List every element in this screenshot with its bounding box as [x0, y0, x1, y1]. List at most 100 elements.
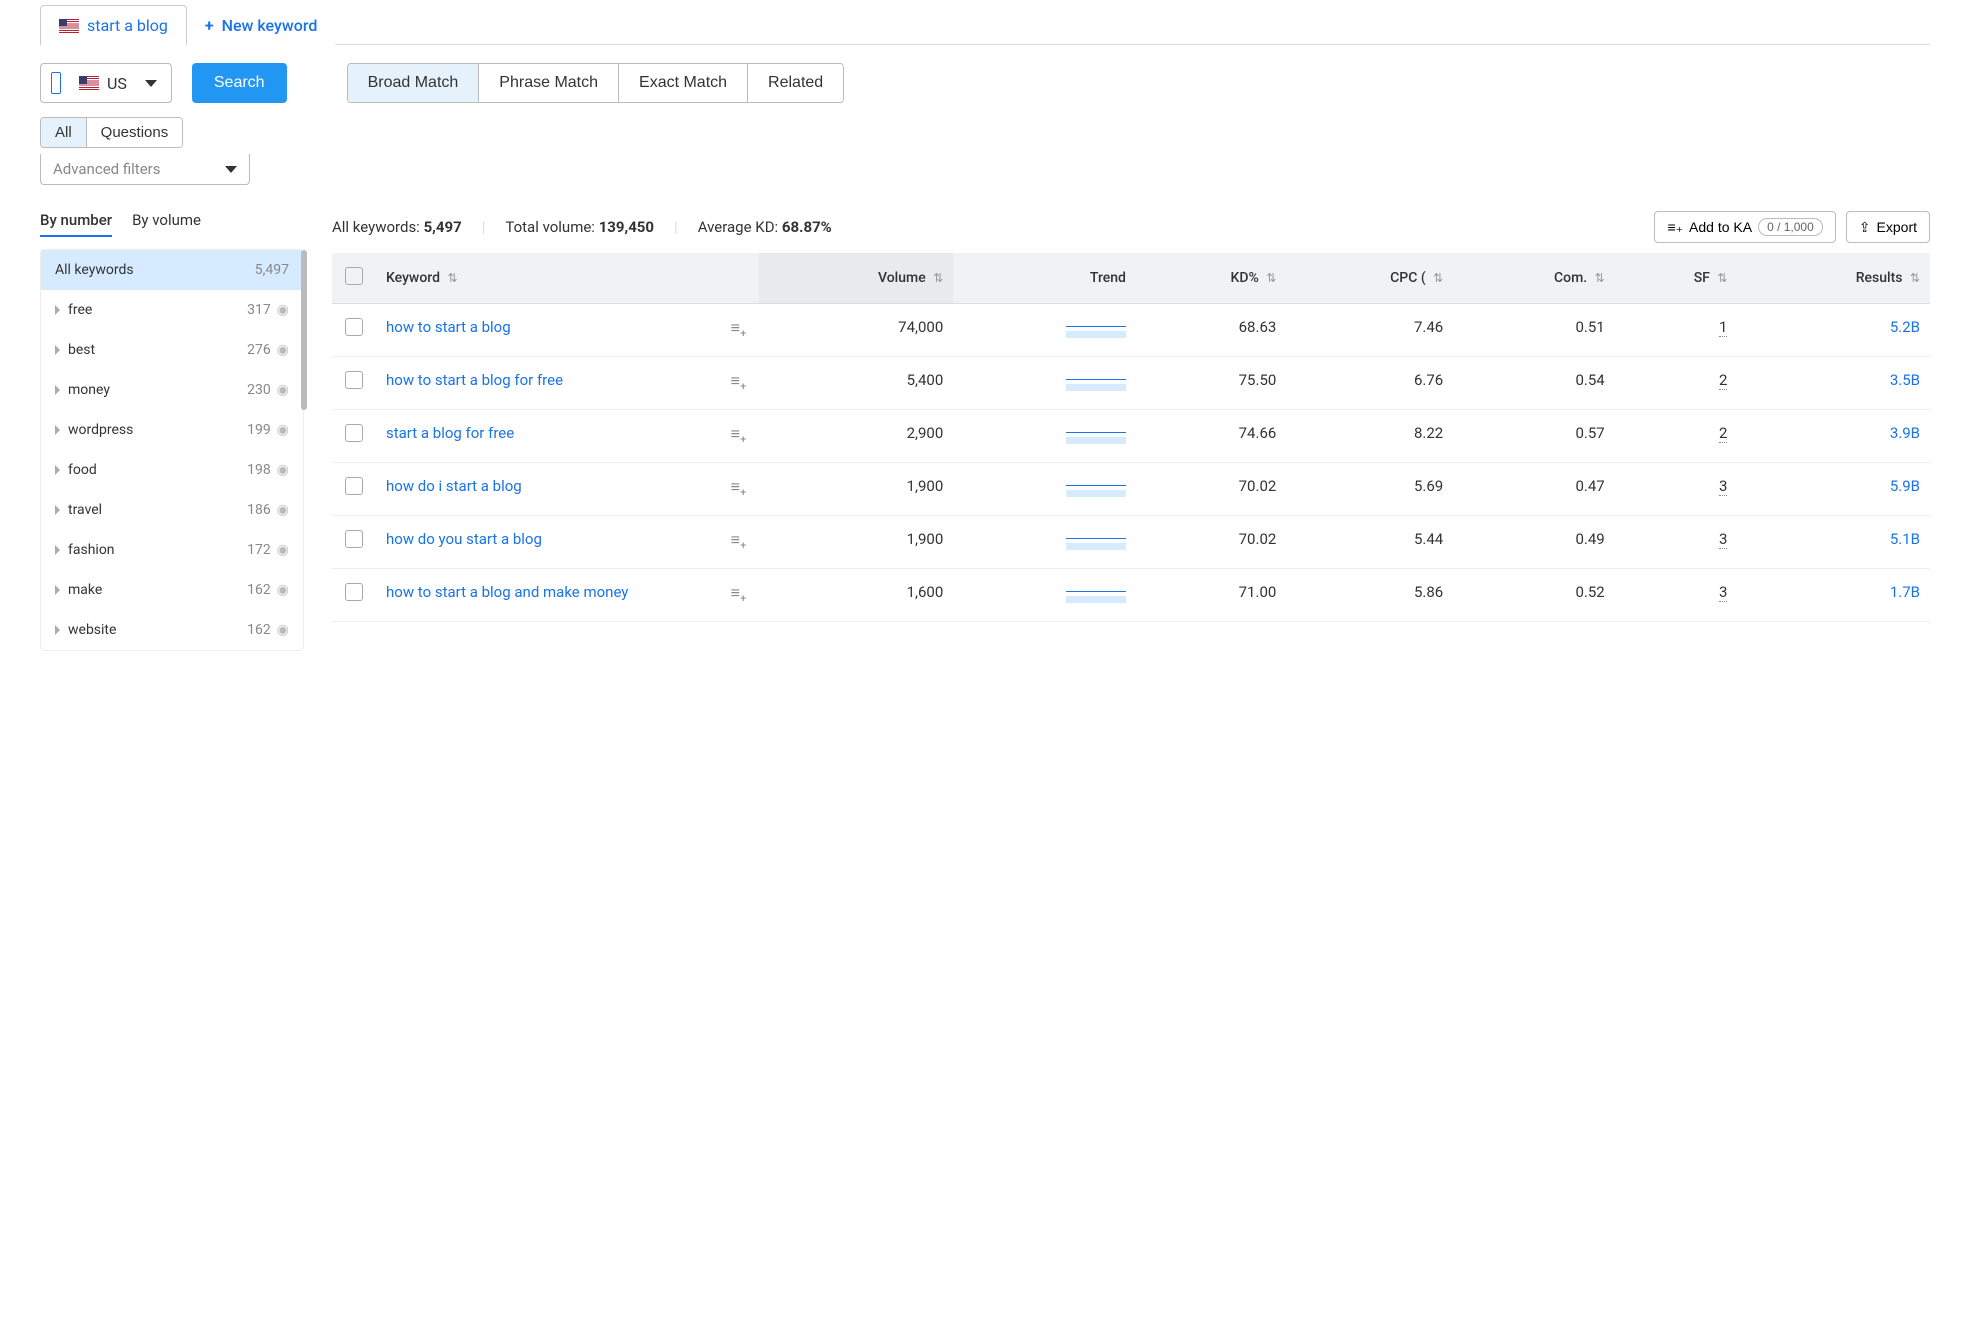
col-keyword[interactable]: Keyword ⇅ — [376, 253, 759, 304]
sf-cell[interactable]: 3 — [1615, 463, 1738, 516]
table-row: how to start a blog for free ≡₊ 5,400 75… — [332, 357, 1930, 410]
keyword-group-item[interactable]: food 198 ◉ — [41, 450, 303, 490]
sf-cell[interactable]: 2 — [1615, 357, 1738, 410]
cpc-cell: 7.46 — [1286, 304, 1453, 357]
add-to-list-icon[interactable]: ≡₊ — [731, 318, 747, 337]
trend-cell — [953, 569, 1136, 622]
keyword-group-count: 162 — [247, 582, 271, 598]
add-to-ka-button[interactable]: ≡₊ Add to KA 0 / 1,000 — [1654, 211, 1835, 243]
match-phrase[interactable]: Phrase Match — [479, 64, 619, 102]
keyword-group-item[interactable]: travel 186 ◉ — [41, 490, 303, 530]
results-cell[interactable]: 5.9B — [1737, 463, 1930, 516]
results-cell[interactable]: 1.7B — [1737, 569, 1930, 622]
row-checkbox[interactable] — [345, 530, 363, 548]
trend-sparkline — [1066, 583, 1126, 603]
keyword-cell[interactable]: start a blog for free — [376, 410, 719, 463]
add-to-list-icon[interactable]: ≡₊ — [731, 371, 747, 390]
tab-keyword[interactable]: start a blog — [40, 5, 187, 45]
cpc-cell: 5.86 — [1286, 569, 1453, 622]
add-to-list-icon[interactable]: ≡₊ — [731, 583, 747, 602]
eye-icon[interactable]: ◉ — [277, 342, 289, 358]
keyword-cell[interactable]: how do i start a blog — [376, 463, 719, 516]
keyword-cell[interactable]: how to start a blog and make money — [376, 569, 719, 622]
keyword-group-all[interactable]: All keywords 5,497 — [41, 250, 303, 290]
eye-icon[interactable]: ◉ — [277, 462, 289, 478]
advanced-filters[interactable]: Advanced filters — [40, 154, 250, 185]
select-all-checkbox[interactable] — [345, 267, 363, 285]
eye-icon[interactable]: ◉ — [277, 622, 289, 638]
keyword-group-item[interactable]: free 317 ◉ — [41, 290, 303, 330]
row-checkbox[interactable] — [345, 477, 363, 495]
match-exact[interactable]: Exact Match — [619, 64, 748, 102]
add-to-list-icon[interactable]: ≡₊ — [731, 477, 747, 496]
country-select[interactable]: US — [40, 63, 172, 103]
col-com[interactable]: Com. ⇅ — [1453, 253, 1615, 304]
col-results[interactable]: Results ⇅ — [1737, 253, 1930, 304]
match-related[interactable]: Related — [748, 64, 843, 102]
search-button[interactable]: Search — [192, 63, 287, 103]
keyword-group-item[interactable]: wordpress 199 ◉ — [41, 410, 303, 450]
eye-icon[interactable]: ◉ — [277, 502, 289, 518]
advanced-filters-label: Advanced filters — [53, 160, 160, 178]
keyword-group-item[interactable]: make 162 ◉ — [41, 570, 303, 610]
summary-average-kd: Average KD: 68.87% — [698, 218, 832, 236]
add-to-list-icon[interactable]: ≡₊ — [731, 530, 747, 549]
chevron-right-icon — [55, 305, 60, 315]
eye-icon[interactable]: ◉ — [277, 302, 289, 318]
sort-by-volume[interactable]: By volume — [132, 211, 201, 237]
keyword-cell[interactable]: how do you start a blog — [376, 516, 719, 569]
keyword-group-item[interactable]: best 276 ◉ — [41, 330, 303, 370]
col-sf[interactable]: SF ⇅ — [1615, 253, 1738, 304]
col-trend[interactable]: Trend — [953, 253, 1136, 304]
sort-icon: ⇅ — [1266, 271, 1276, 285]
row-checkbox[interactable] — [345, 318, 363, 336]
keyword-cell[interactable]: how to start a blog for free — [376, 357, 719, 410]
match-broad[interactable]: Broad Match — [348, 64, 480, 102]
tab-new-keyword[interactable]: + New keyword — [187, 6, 335, 45]
cpc-cell: 5.69 — [1286, 463, 1453, 516]
sort-by-number[interactable]: By number — [40, 211, 112, 237]
results-cell[interactable]: 3.5B — [1737, 357, 1930, 410]
row-checkbox[interactable] — [345, 424, 363, 442]
trend-sparkline — [1066, 318, 1126, 338]
kd-cell: 70.02 — [1136, 463, 1286, 516]
sort-icon: ⇅ — [1433, 271, 1443, 285]
tab-new-keyword-label: New keyword — [222, 16, 318, 35]
eye-icon[interactable]: ◉ — [277, 382, 289, 398]
export-button[interactable]: ⇪ Export — [1846, 211, 1930, 243]
filter-questions[interactable]: Questions — [87, 118, 183, 147]
add-to-list-icon[interactable]: ≡₊ — [731, 424, 747, 443]
eye-icon[interactable]: ◉ — [277, 582, 289, 598]
trend-cell — [953, 516, 1136, 569]
keyword-group-item[interactable]: fashion 172 ◉ — [41, 530, 303, 570]
sf-cell[interactable]: 1 — [1615, 304, 1738, 357]
eye-icon[interactable]: ◉ — [277, 422, 289, 438]
keyword-group-item[interactable]: money 230 ◉ — [41, 370, 303, 410]
col-volume[interactable]: Volume ⇅ — [759, 253, 954, 304]
row-checkbox[interactable] — [345, 371, 363, 389]
filter-all[interactable]: All — [41, 118, 87, 147]
keyword-group-label: fashion — [68, 542, 115, 558]
trend-sparkline — [1066, 477, 1126, 497]
table-row: how to start a blog ≡₊ 74,000 68.63 7.46… — [332, 304, 1930, 357]
question-filter-group: All Questions — [40, 117, 183, 148]
sort-icon: ⇅ — [1910, 271, 1920, 285]
us-flag-icon — [79, 76, 99, 90]
col-kd[interactable]: KD% ⇅ — [1136, 253, 1286, 304]
keyword-group-item[interactable]: website 162 ◉ — [41, 610, 303, 650]
keyword-group-count: 276 — [247, 342, 271, 358]
sf-cell[interactable]: 2 — [1615, 410, 1738, 463]
sf-cell[interactable]: 3 — [1615, 569, 1738, 622]
col-cpc[interactable]: CPC ( ⇅ — [1286, 253, 1453, 304]
chevron-down-icon — [145, 80, 157, 87]
sf-cell[interactable]: 3 — [1615, 516, 1738, 569]
keywords-table: Keyword ⇅ Volume ⇅ Trend KD% ⇅ CPC ( ⇅ C… — [332, 253, 1930, 622]
results-cell[interactable]: 3.9B — [1737, 410, 1930, 463]
row-checkbox[interactable] — [345, 583, 363, 601]
results-cell[interactable]: 5.1B — [1737, 516, 1930, 569]
keyword-cell[interactable]: how to start a blog — [376, 304, 719, 357]
results-cell[interactable]: 5.2B — [1737, 304, 1930, 357]
kd-cell: 68.63 — [1136, 304, 1286, 357]
eye-icon[interactable]: ◉ — [277, 542, 289, 558]
us-flag-icon — [59, 19, 79, 33]
